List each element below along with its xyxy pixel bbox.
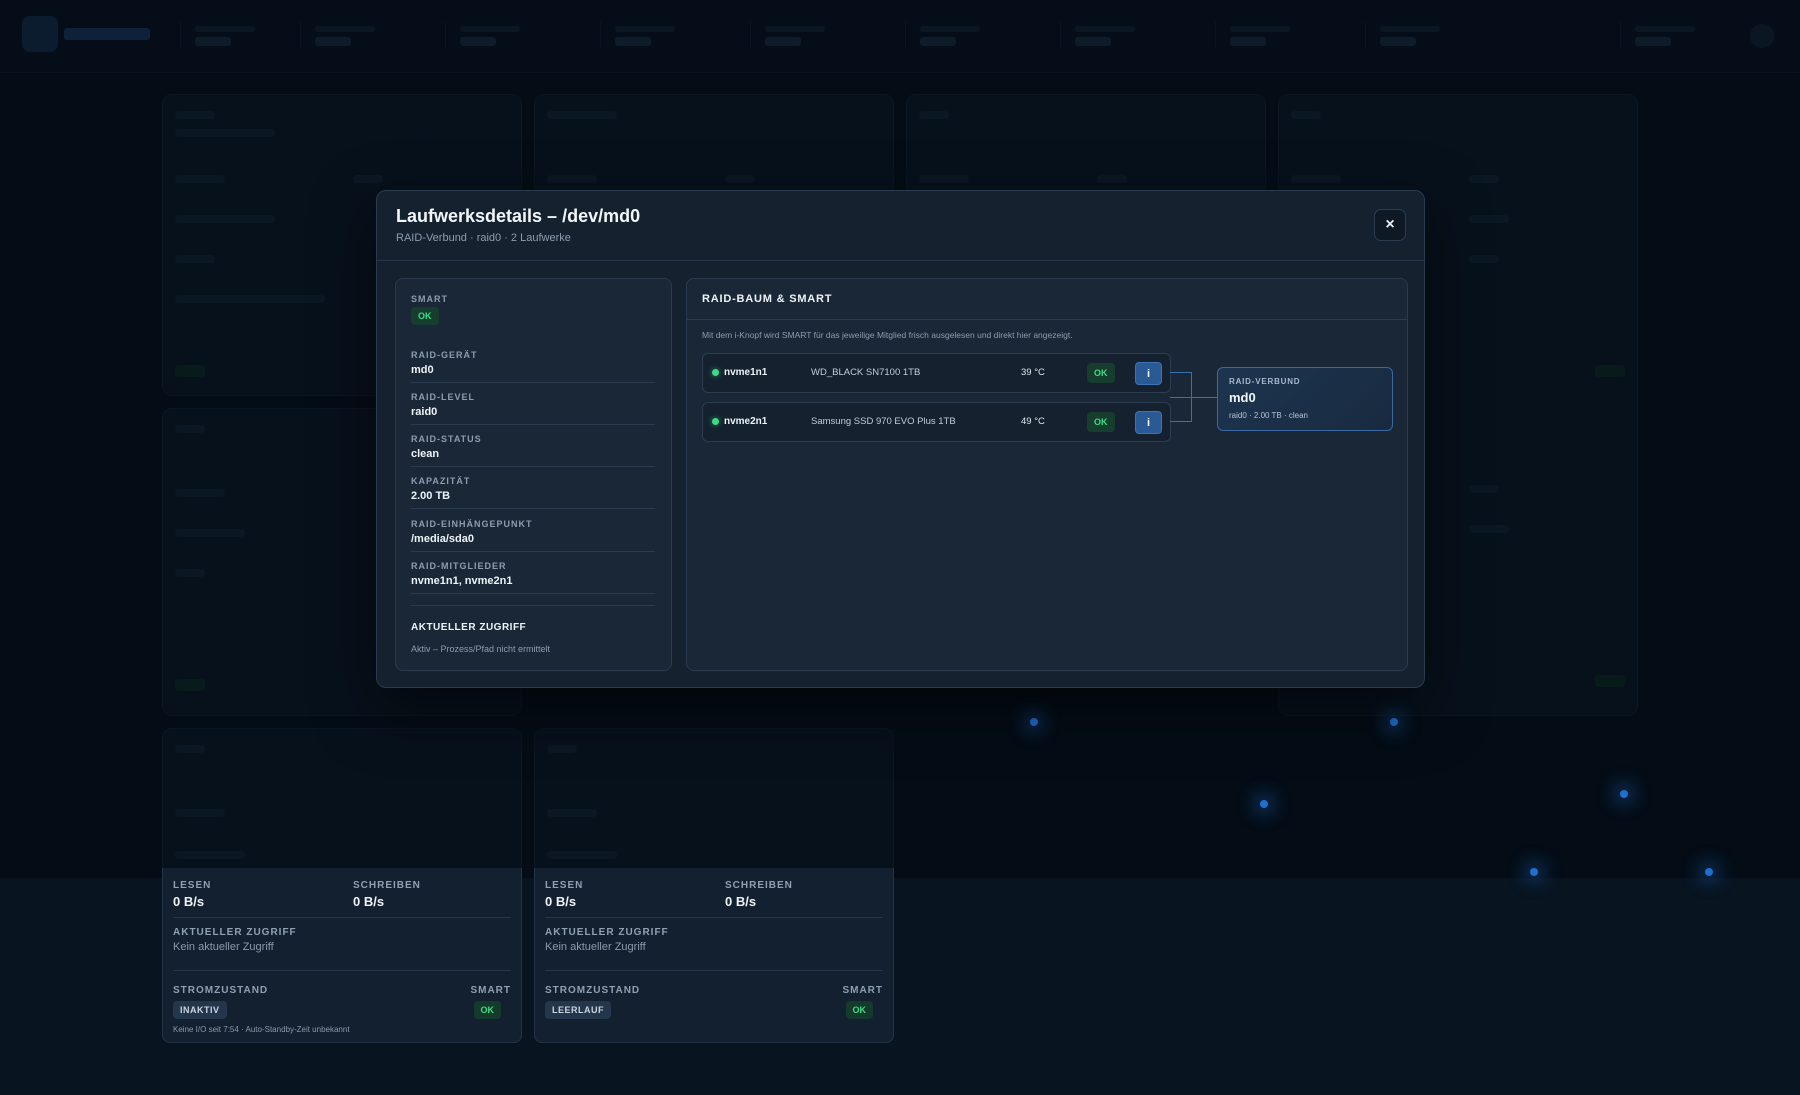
modal-title: Laufwerksdetails – /dev/md0 — [396, 206, 641, 226]
smart-label: SMART — [411, 294, 448, 304]
background-glow — [1620, 790, 1628, 798]
write-value: 0 B/s — [353, 894, 385, 909]
power-label: STROMZUSTAND — [545, 985, 641, 996]
divider — [173, 970, 511, 971]
background-glow — [1705, 868, 1713, 876]
mountpoint-value: /media/sda0 — [411, 533, 474, 545]
raid-member-row: nvme1n1 WD_BLACK SN7100 1TB 39 °C OK i — [702, 353, 1171, 393]
power-state-badge: INAKTIV — [173, 1001, 227, 1019]
divider — [411, 605, 655, 606]
raid-level-label: RAID-LEVEL — [411, 392, 475, 402]
status-dot-icon — [712, 418, 719, 425]
capacity-value: 2.00 TB — [411, 490, 451, 502]
raid-device-label: RAID-GERÄT — [411, 350, 478, 360]
background-glow — [1030, 718, 1038, 726]
member-model: Samsung SSD 970 EVO Plus 1TB — [811, 416, 956, 427]
info-icon: i — [1146, 367, 1151, 380]
smart-status-badge: OK — [845, 1001, 873, 1019]
access-label: AKTUELLER ZUGRIFF — [545, 927, 669, 938]
raid-tree-hint: Mit dem i-Knopf wird SMART für das jewei… — [702, 330, 1073, 340]
access-label: AKTUELLER ZUGRIFF — [173, 927, 297, 938]
member-name: nvme1n1 — [724, 367, 768, 378]
raid-member-row: nvme2n1 Samsung SSD 970 EVO Plus 1TB 49 … — [702, 402, 1171, 442]
read-value: 0 B/s — [545, 894, 577, 909]
capacity-label: KAPAZITÄT — [411, 476, 471, 486]
read-label: LESEN — [173, 880, 212, 891]
smart-info-button[interactable]: i — [1135, 362, 1162, 385]
raid-array-label: RAID-VERBUND — [1229, 377, 1301, 386]
info-icon: i — [1146, 416, 1151, 429]
smart-info-button[interactable]: i — [1135, 411, 1162, 434]
smart-status-badge: OK — [411, 307, 439, 325]
divider — [411, 508, 655, 509]
raid-device-value: md0 — [411, 364, 434, 376]
power-state-badge: LEERLAUF — [545, 1001, 611, 1019]
divider — [411, 466, 655, 467]
smart-status-badge: OK — [473, 1001, 501, 1019]
members-label: RAID-MITGLIEDER — [411, 561, 507, 571]
tree-connector — [1170, 397, 1217, 398]
standby-footnote: Keine I/O seit 7:54 · Auto-Standby-Zeit … — [173, 1025, 350, 1034]
member-name: nvme2n1 — [724, 416, 768, 427]
member-smart-badge: OK — [1087, 412, 1115, 432]
raid-tree-panel: RAID-BAUM & SMART Mit dem i-Knopf wird S… — [686, 278, 1408, 671]
member-smart-badge: OK — [1087, 363, 1115, 383]
drive-card-lower[interactable]: LESEN 0 B/s SCHREIBEN 0 B/s AKTUELLER ZU… — [162, 868, 522, 1043]
drive-card-lower[interactable]: LESEN 0 B/s SCHREIBEN 0 B/s AKTUELLER ZU… — [534, 868, 894, 1043]
write-value: 0 B/s — [725, 894, 757, 909]
divider — [545, 970, 883, 971]
close-button[interactable]: × — [1374, 209, 1406, 241]
smart-label: SMART — [842, 985, 883, 996]
mountpoint-label: RAID-EINHÄNGEPUNKT — [411, 519, 533, 529]
read-value: 0 B/s — [173, 894, 205, 909]
member-model: WD_BLACK SN7100 1TB — [811, 367, 921, 378]
panel-divider — [687, 319, 1407, 320]
divider — [545, 917, 883, 918]
divider — [411, 551, 655, 552]
drive-details-modal: Laufwerksdetails – /dev/md0 RAID-Verbund… — [376, 190, 1425, 688]
background-glow — [1530, 868, 1538, 876]
write-label: SCHREIBEN — [353, 880, 421, 891]
member-temperature: 39 °C — [1021, 367, 1045, 378]
access-value: Kein aktueller Zugriff — [173, 941, 274, 953]
write-label: SCHREIBEN — [725, 880, 793, 891]
access-text: Aktiv – Prozess/Pfad nicht ermittelt — [411, 644, 551, 654]
background-glow — [1390, 718, 1398, 726]
divider — [411, 382, 655, 383]
background-glow — [1260, 800, 1268, 808]
divider — [411, 593, 655, 594]
raid-status-value: clean — [411, 448, 440, 460]
smart-label: SMART — [470, 985, 511, 996]
raid-level-value: raid0 — [411, 406, 438, 418]
divider — [411, 424, 655, 425]
raid-array-node: RAID-VERBUND md0 raid0 · 2.00 TB · clean — [1217, 367, 1393, 431]
power-label: STROMZUSTAND — [173, 985, 269, 996]
close-icon: × — [1385, 216, 1395, 233]
raid-tree-title: RAID-BAUM & SMART — [702, 293, 833, 305]
raid-array-meta: raid0 · 2.00 TB · clean — [1229, 411, 1309, 420]
modal-subtitle: RAID-Verbund · raid0 · 2 Laufwerke — [396, 232, 571, 244]
access-title: AKTUELLER ZUGRIFF — [411, 622, 527, 633]
raid-array-name: md0 — [1229, 390, 1256, 405]
members-value: nvme1n1, nvme2n1 — [411, 575, 513, 587]
tree-connector — [1170, 372, 1192, 373]
access-value: Kein aktueller Zugriff — [545, 941, 646, 953]
raid-status-label: RAID-STATUS — [411, 434, 482, 444]
tree-connector — [1170, 421, 1192, 422]
details-panel: SMART OK RAID-GERÄT md0 RAID-LEVEL raid0… — [395, 278, 672, 671]
member-temperature: 49 °C — [1021, 416, 1045, 427]
divider — [173, 917, 511, 918]
status-dot-icon — [712, 369, 719, 376]
modal-divider — [377, 260, 1424, 261]
read-label: LESEN — [545, 880, 584, 891]
